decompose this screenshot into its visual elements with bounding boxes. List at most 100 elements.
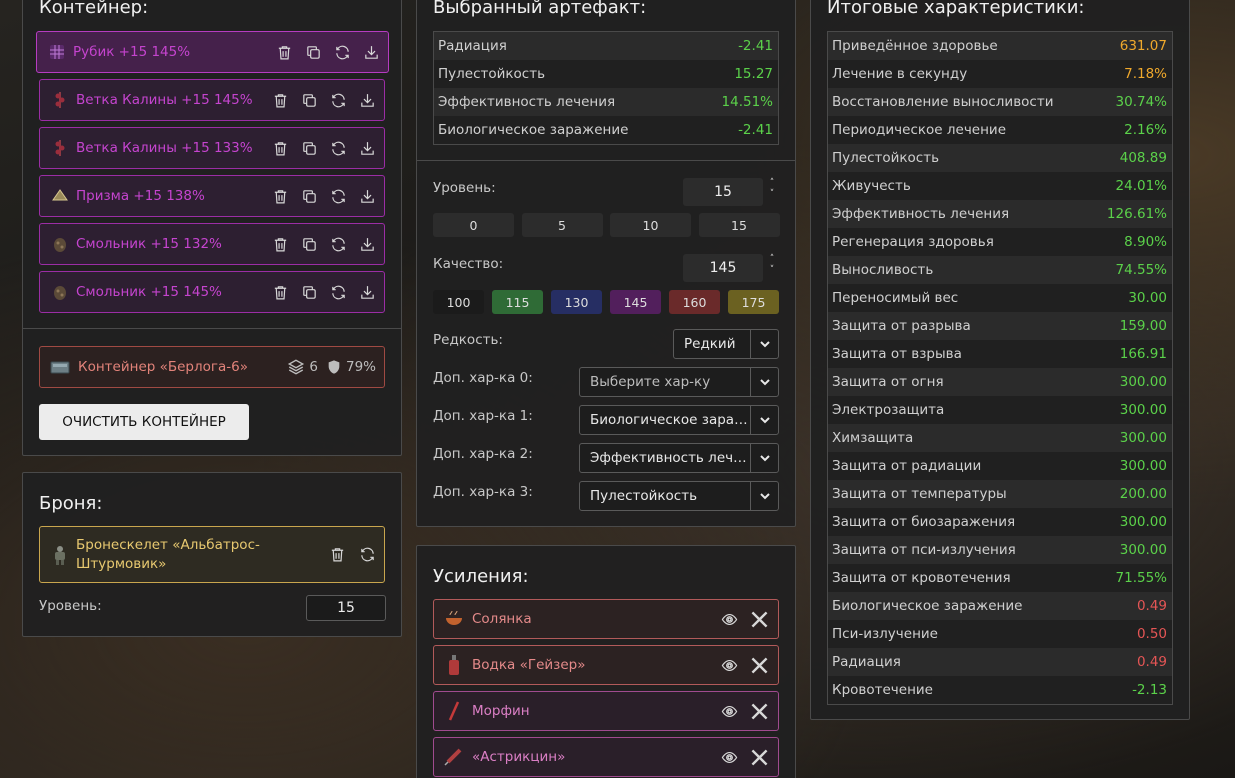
stat-row: Защита от огня 300.00 [828, 368, 1172, 396]
stat-value: 300.00 [1119, 514, 1167, 530]
stat-row: Живучесть 24.01% [828, 172, 1172, 200]
quality-preset-button[interactable]: 145 [610, 290, 661, 314]
container-name: Контейнер «Берлога-6» [78, 359, 248, 375]
artifact-item[interactable]: Ветка Калины +15 133% [39, 127, 385, 169]
injector-icon [444, 747, 464, 767]
close-icon[interactable] [750, 748, 768, 766]
quality-preset-button[interactable]: 100 [433, 290, 484, 314]
copy-icon[interactable] [300, 283, 318, 301]
quality-input[interactable]: 145 [683, 254, 763, 282]
stat-value: 2.16% [1124, 122, 1167, 138]
extra-stat-select[interactable]: Выберите хар-ку [579, 367, 779, 397]
quality-preset-button[interactable]: 160 [669, 290, 720, 314]
armor-item[interactable]: Бронескелет «Альбатрос-Штурмовик» [39, 526, 385, 583]
stat-name: Регенерация здоровья [832, 234, 994, 250]
trash-icon[interactable] [328, 546, 346, 564]
boost-item[interactable]: Морфин [433, 691, 779, 731]
eye-icon[interactable] [720, 656, 738, 674]
stat-row: Защита от температуры 200.00 [828, 480, 1172, 508]
artifact-item[interactable]: Призма +15 138% [39, 175, 385, 217]
level-stepper[interactable]: ˄ ˅ [765, 178, 779, 200]
quality-preset-button[interactable]: 115 [492, 290, 543, 314]
boost-item[interactable]: Солянка [433, 599, 779, 639]
boost-item[interactable]: «Астрикцин» [433, 737, 779, 777]
trash-icon[interactable] [271, 235, 289, 253]
chevron-up-icon[interactable]: ˄ [770, 178, 775, 189]
armor-level-input[interactable]: 15 [306, 595, 386, 621]
copy-icon[interactable] [300, 139, 318, 157]
stat-row: Защита от пси-излучения 300.00 [828, 536, 1172, 564]
stat-name: Приведённое здоровье [832, 38, 998, 54]
eye-icon[interactable] [720, 748, 738, 766]
download-icon[interactable] [362, 43, 380, 61]
extra-stat-label: Доп. хар-ка 1: [433, 408, 533, 424]
extra-stat-select[interactable]: Пулестойкость [579, 481, 779, 511]
quality-preset-button[interactable]: 130 [551, 290, 602, 314]
artifact-item[interactable]: Ветка Калины +15 145% [39, 79, 385, 121]
level-preset-button[interactable]: 5 [521, 213, 603, 237]
close-icon[interactable] [750, 656, 768, 674]
trash-icon[interactable] [271, 91, 289, 109]
artifact-item[interactable]: Смольник +15 132% [39, 223, 385, 265]
stat-value: 631.07 [1119, 38, 1167, 54]
extra-stat-select[interactable]: Эффективность лечения [579, 443, 779, 473]
download-icon[interactable] [358, 139, 376, 157]
level-preset-button[interactable]: 10 [610, 213, 691, 237]
quality-label: Качество: [433, 256, 504, 272]
stat-row: Пулестойкость 15.27 [434, 60, 778, 88]
download-icon[interactable] [358, 91, 376, 109]
close-icon[interactable] [750, 702, 768, 720]
stat-row: Кровотечение -2.13 [828, 676, 1172, 704]
swap-icon[interactable] [329, 91, 347, 109]
rarity-value: Редкий [684, 336, 736, 352]
stat-value: 126.61% [1106, 206, 1167, 222]
swap-icon[interactable] [329, 187, 347, 205]
copy-icon[interactable] [300, 235, 318, 253]
swap-icon[interactable] [333, 43, 351, 61]
download-icon[interactable] [358, 283, 376, 301]
chevron-down-icon[interactable]: ˅ [770, 265, 775, 276]
swap-icon[interactable] [358, 546, 376, 564]
copy-icon[interactable] [304, 43, 322, 61]
container-protection: 79% [345, 359, 376, 375]
swap-icon[interactable] [329, 283, 347, 301]
level-label: Уровень: [433, 180, 496, 196]
quality-preset-button[interactable]: 175 [728, 290, 779, 314]
rarity-select[interactable]: Редкий [673, 329, 779, 359]
stat-name: Восстановление выносливости [832, 94, 1054, 110]
stat-value: 8.90% [1124, 234, 1167, 250]
trash-icon[interactable] [275, 43, 293, 61]
extra-stat-value: Выберите хар-ку [590, 374, 711, 390]
trash-icon[interactable] [271, 187, 289, 205]
copy-icon[interactable] [300, 91, 318, 109]
clear-container-button[interactable]: ОЧИСТИТЬ КОНТЕЙНЕР [39, 404, 249, 440]
chevron-down-icon[interactable]: ˅ [770, 189, 775, 200]
quality-stepper[interactable]: ˄ ˅ [765, 254, 779, 276]
level-input[interactable]: 15 [683, 178, 763, 206]
container-item[interactable]: Контейнер «Берлога-6» 6 79% [39, 346, 385, 388]
level-preset-button[interactable]: 15 [698, 213, 780, 237]
boost-item[interactable]: Водка «Гейзер» [433, 645, 779, 685]
stat-name: Радиация [438, 38, 507, 54]
trash-icon[interactable] [271, 139, 289, 157]
download-icon[interactable] [358, 235, 376, 253]
chevron-up-icon[interactable]: ˄ [770, 254, 775, 265]
trash-icon[interactable] [271, 283, 289, 301]
stat-name: Пси-излучение [832, 626, 938, 642]
stat-name: Пулестойкость [832, 150, 940, 166]
copy-icon[interactable] [300, 187, 318, 205]
stat-name: Лечение в секунду [832, 66, 968, 82]
close-icon[interactable] [750, 610, 768, 628]
extra-stat-select[interactable]: Биологическое заражение [579, 405, 779, 435]
download-icon[interactable] [358, 187, 376, 205]
artifact-item[interactable]: Смольник +15 145% [39, 271, 385, 313]
artifact-label: Ветка Калины +15 133% [76, 140, 253, 156]
artifact-item[interactable]: Рубик +15 145% [36, 31, 389, 73]
swap-icon[interactable] [329, 139, 347, 157]
eye-icon[interactable] [720, 610, 738, 628]
summary-stats-table: Приведённое здоровье 631.07 Лечение в секу… [827, 31, 1173, 705]
eye-icon[interactable] [720, 702, 738, 720]
level-preset-button[interactable]: 0 [433, 213, 514, 237]
stat-row: Защита от радиации 300.00 [828, 452, 1172, 480]
swap-icon[interactable] [329, 235, 347, 253]
